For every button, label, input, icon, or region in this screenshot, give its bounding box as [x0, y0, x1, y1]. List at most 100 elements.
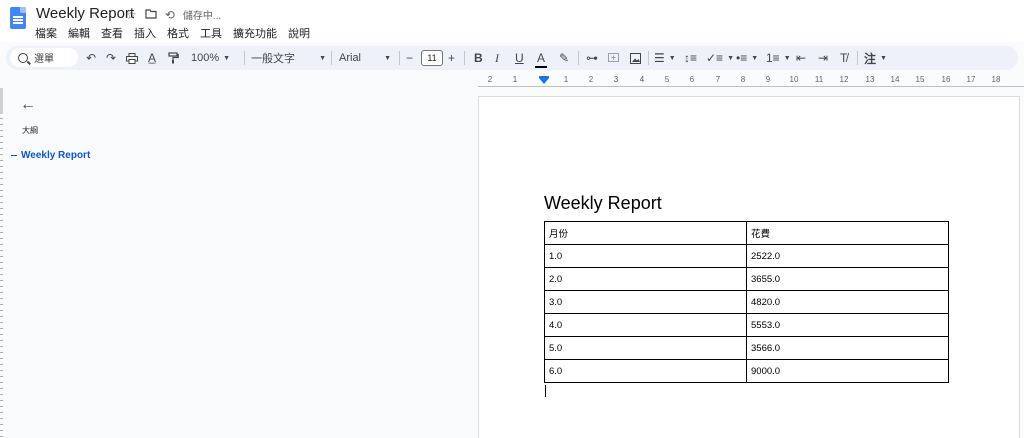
toolbar-separator	[399, 51, 400, 65]
ruler-number: 7	[715, 75, 721, 84]
ruler-number: 16	[941, 75, 951, 84]
increase-font-size-button[interactable]: +	[448, 46, 455, 70]
table-cell[interactable]: 4.0	[544, 313, 747, 337]
menu-tools[interactable]: 工具	[200, 25, 222, 41]
outline-dash-icon	[11, 154, 17, 156]
menu-edit[interactable]: 編輯	[68, 25, 90, 41]
paint-format-icon[interactable]	[168, 46, 179, 70]
toolbar-separator	[578, 51, 579, 65]
document-title[interactable]: Weekly Report	[36, 5, 134, 22]
insert-comment-icon[interactable]	[608, 46, 619, 70]
input-tools-button[interactable]: 注 ▼	[864, 46, 887, 70]
ruler-number: 8	[740, 75, 746, 84]
numbered-list-icon[interactable]: 1≡ ▼	[766, 46, 791, 70]
checklist-caret-icon: ▼	[727, 54, 734, 62]
table-header-cell[interactable]: 花費	[746, 221, 949, 245]
title-bar: Weekly Report ☆ ⟲ 儲存中... 檔案 編輯 查看 插入 格式 …	[0, 0, 1024, 42]
underline-icon[interactable]: U	[515, 46, 524, 70]
font-size-input[interactable]: 11	[421, 50, 443, 66]
table-cell[interactable]: 3.0	[544, 290, 747, 314]
table-cell[interactable]: 3655.0	[746, 267, 949, 291]
highlight-color-icon[interactable]: ✎	[559, 46, 569, 70]
left-indent-marker[interactable]	[539, 78, 549, 84]
style-select[interactable]: 一般文字 ▼	[251, 46, 326, 70]
ruler-number: 14	[890, 75, 900, 84]
table-row: 4.0 5553.0	[544, 313, 949, 337]
checklist-icon[interactable]: ✓≡ ▼	[706, 46, 734, 70]
toolbar-separator	[857, 51, 858, 65]
bulleted-list-icon[interactable]: •≡ ▼	[736, 46, 758, 70]
table-cell[interactable]: 2.0	[544, 267, 747, 291]
insert-image-icon[interactable]	[630, 46, 641, 70]
font-select[interactable]: Arial ▼	[339, 46, 391, 70]
search-menus-input[interactable]: 選單	[10, 48, 78, 67]
ruler-number: 3	[613, 75, 619, 84]
star-icon[interactable]: ☆	[126, 8, 137, 22]
ruler-number: 13	[865, 75, 875, 84]
table-cell[interactable]: 1.0	[544, 244, 747, 268]
ruler-number: 5	[664, 75, 670, 84]
ruler-number: 18	[991, 75, 1001, 84]
increase-indent-icon[interactable]: ⇥	[818, 46, 828, 70]
menu-help[interactable]: 說明	[288, 25, 310, 41]
spellcheck-icon[interactable]: A̲	[148, 46, 156, 70]
document-heading[interactable]: Weekly Report	[544, 193, 662, 214]
ruler-number: 2	[588, 75, 594, 84]
toolbar-separator	[331, 51, 332, 65]
table-cell[interactable]: 2522.0	[746, 244, 949, 268]
data-table[interactable]: 月份 花費 1.0 2522.0 2.0 3655.0 3.0 4820.0 4…	[544, 221, 949, 383]
move-folder-icon[interactable]	[145, 8, 157, 22]
vertical-ruler[interactable]	[0, 88, 3, 437]
italic-icon[interactable]: I	[495, 46, 499, 70]
horizontal-ruler[interactable]: 2 1 1 2 3 4 5 6 7 8 9 10 11 12 13 14 15 …	[478, 74, 1024, 88]
table-row: 5.0 3566.0	[544, 336, 949, 360]
numbered-caret-icon: ▼	[783, 54, 791, 62]
table-cell[interactable]: 9000.0	[746, 359, 949, 383]
decrease-indent-icon[interactable]: ⇤	[796, 46, 806, 70]
text-color-icon[interactable]: A	[534, 46, 548, 70]
text-cursor	[545, 385, 546, 397]
redo-icon[interactable]: ↷	[106, 46, 116, 70]
decrease-font-size-button[interactable]: −	[406, 46, 413, 70]
ruler-number: 1	[563, 75, 569, 84]
undo-icon[interactable]: ↶	[86, 46, 96, 70]
align-icon[interactable]: ☰ ▼	[654, 46, 676, 70]
docs-logo-icon[interactable]	[10, 7, 26, 29]
table-header-cell[interactable]: 月份	[544, 221, 747, 245]
ruler-number: 11	[814, 75, 824, 84]
outline-item[interactable]: Weekly Report	[11, 150, 90, 161]
title-icons: ☆ ⟲ 儲存中...	[126, 7, 221, 23]
clear-formatting-icon[interactable]: T̸	[840, 46, 847, 70]
table-row: 3.0 4820.0	[544, 290, 949, 314]
bold-icon[interactable]: B	[474, 46, 483, 70]
menu-format[interactable]: 格式	[167, 25, 189, 41]
ruler-number: 1	[512, 75, 518, 84]
menu-file[interactable]: 檔案	[35, 25, 57, 41]
vertical-ruler-margin	[0, 88, 3, 114]
table-row: 1.0 2522.0	[544, 244, 949, 268]
document-page[interactable]: Weekly Report 月份 花費 1.0 2522.0 2.0 3655.…	[478, 96, 1020, 438]
sync-status-icon[interactable]: ⟲	[165, 8, 175, 22]
menu-view[interactable]: 查看	[101, 25, 123, 41]
zoom-caret-icon: ▼	[223, 54, 231, 62]
table-cell[interactable]: 5.0	[544, 336, 747, 360]
outline-label: 大綱	[22, 126, 38, 135]
ruler-numbers: 2 1 1 2 3 4 5 6 7 8 9 10 11 12 13 14 15 …	[478, 74, 1024, 86]
font-value: Arial	[339, 52, 362, 64]
print-icon[interactable]	[126, 46, 138, 70]
toolbar-separator	[648, 51, 649, 65]
line-spacing-icon[interactable]: ↕≡	[684, 46, 697, 70]
table-header-row: 月份 花費	[544, 221, 949, 245]
toolbar-separator	[464, 51, 465, 65]
menu-extensions[interactable]: 擴充功能	[233, 25, 277, 41]
table-cell[interactable]: 5553.0	[746, 313, 949, 337]
table-cell[interactable]: 4820.0	[746, 290, 949, 314]
close-outline-arrow-icon[interactable]: ←	[20, 96, 36, 114]
zoom-select[interactable]: 100% ▼	[191, 46, 230, 70]
table-cell[interactable]: 6.0	[544, 359, 747, 383]
input-tools-caret-icon: ▼	[880, 54, 887, 62]
search-menus-label: 選單	[34, 54, 54, 65]
table-cell[interactable]: 3566.0	[746, 336, 949, 360]
insert-link-icon[interactable]: ⊶	[586, 46, 598, 70]
menu-insert[interactable]: 插入	[134, 25, 156, 41]
